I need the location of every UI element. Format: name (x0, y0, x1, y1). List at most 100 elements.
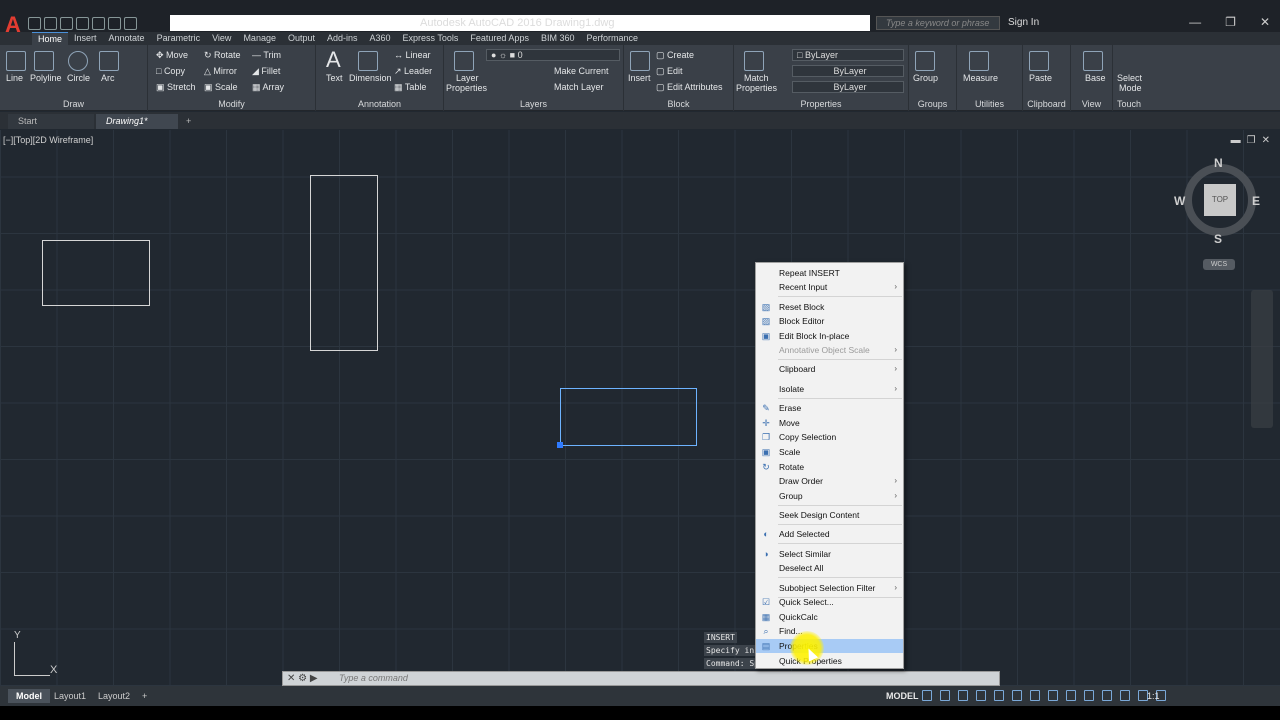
group-icon[interactable] (915, 51, 935, 71)
snap-icon[interactable] (940, 690, 950, 701)
command-line[interactable]: ✕ ⚙ ▶ Type a command (282, 671, 1000, 686)
plot-icon[interactable] (92, 16, 105, 30)
layer-properties-label-2[interactable]: Properties (446, 83, 487, 93)
create-button[interactable]: ▢ Create (656, 50, 694, 61)
open-icon[interactable] (44, 16, 57, 30)
selection-cycling-icon[interactable] (1066, 690, 1076, 701)
vp-minimize-icon[interactable]: ▬ (1231, 135, 1241, 146)
menu-item-quickcalc[interactable]: ▦ QuickCalc (756, 610, 903, 624)
ribbon-tab-featured-apps[interactable]: Featured Apps (464, 32, 535, 45)
grid-icon[interactable] (922, 690, 932, 701)
rectangle-2[interactable] (310, 175, 378, 351)
close-command-icon[interactable]: ✕ (287, 673, 295, 684)
compass-north[interactable]: N (1214, 156, 1223, 170)
transparency-icon[interactable] (1048, 690, 1058, 701)
close-icon[interactable]: ✕ (1260, 15, 1270, 29)
new-tab-icon[interactable]: + (182, 114, 198, 129)
minimize-icon[interactable]: — (1189, 15, 1201, 29)
utilities-panel-title[interactable]: Utilities (957, 99, 1022, 109)
measure-icon[interactable] (969, 51, 989, 71)
menu-item-clipboard[interactable]: Clipboard › (756, 362, 903, 376)
isolate-icon[interactable] (1120, 690, 1130, 701)
layer-dropdown[interactable]: ● ☼ ■ 0 (486, 49, 620, 61)
add-layout-icon[interactable]: + (134, 689, 155, 703)
touch-panel-title[interactable]: Touch (1113, 99, 1145, 109)
base-button[interactable]: Base (1085, 73, 1106, 83)
circle-button[interactable]: Circle (67, 73, 90, 83)
model-tab[interactable]: Model (8, 689, 50, 703)
make-current-button[interactable]: Make Current (554, 66, 609, 76)
block-panel-title[interactable]: Block (624, 99, 733, 109)
array-button[interactable]: ▦ Array (252, 82, 284, 93)
copy-button[interactable]: □ Copy (156, 66, 185, 76)
rotate-button[interactable]: ↻ Rotate (204, 50, 241, 61)
menu-item-draw-order[interactable]: Draw Order › (756, 474, 903, 488)
circle-icon[interactable] (68, 51, 88, 71)
ribbon-tab-parametric[interactable]: Parametric (151, 32, 207, 45)
ribbon-tab-view[interactable]: View (206, 32, 237, 45)
polyline-icon[interactable] (34, 51, 54, 71)
menu-item-move[interactable]: ✛ Move (756, 416, 903, 430)
modify-panel-title[interactable]: Modify (148, 99, 315, 109)
wcs-menu[interactable]: WCS (1203, 259, 1235, 270)
line-button[interactable]: Line (6, 73, 23, 83)
match-properties-label-1[interactable]: Match (744, 73, 769, 83)
groups-panel-title[interactable]: Groups (909, 99, 956, 109)
menu-item-properties[interactable]: ▤Properties (756, 639, 903, 653)
polyline-button[interactable]: Polyline (30, 73, 62, 83)
workspace-icon[interactable] (1102, 690, 1112, 701)
annotation-panel-title[interactable]: Annotation (316, 99, 443, 109)
layers-panel-title[interactable]: Layers (444, 99, 623, 109)
save-icon[interactable] (60, 16, 73, 30)
dimension-button[interactable]: Dimension (349, 73, 392, 83)
select-mode-label-1[interactable]: Select (1117, 73, 1142, 83)
ribbon-tab-a360[interactable]: A360 (364, 32, 397, 45)
menu-item-group[interactable]: Group › (756, 489, 903, 503)
move-button[interactable]: ✥ Move (156, 50, 188, 61)
layout1-tab[interactable]: Layout1 (46, 689, 94, 703)
menu-item-add-selected[interactable]: ◐ Add Selected (756, 527, 903, 541)
group-button[interactable]: Group (913, 73, 938, 83)
menu-item-isolate[interactable]: Isolate › (756, 382, 903, 396)
match-properties-icon[interactable] (744, 51, 764, 71)
polar-icon[interactable] (976, 690, 986, 701)
fillet-button[interactable]: ◢ Fillet (252, 66, 280, 77)
edit-attributes-button[interactable]: ▢ Edit Attributes (656, 82, 723, 93)
model-space-toggle[interactable]: MODEL (886, 691, 919, 701)
lineweight-dropdown[interactable]: ByLayer (792, 81, 904, 93)
compass-east[interactable]: E (1252, 194, 1260, 208)
dimension-icon[interactable] (358, 51, 378, 71)
layout2-tab[interactable]: Layout2 (90, 689, 138, 703)
measure-button[interactable]: Measure (963, 73, 998, 83)
table-button[interactable]: ▦ Table (394, 82, 426, 93)
match-properties-label-2[interactable]: Properties (736, 83, 777, 93)
ribbon-tab-express-tools[interactable]: Express Tools (397, 32, 465, 45)
ribbon-tab-output[interactable]: Output (282, 32, 321, 45)
menu-item-erase[interactable]: ✎ Erase (756, 401, 903, 415)
new-icon[interactable] (28, 16, 41, 30)
search-input[interactable]: Type a keyword or phrase (876, 16, 1000, 30)
menu-item-reset-block[interactable]: ▧ Reset Block (756, 300, 903, 314)
ribbon-tab-add-ins[interactable]: Add-ins (321, 32, 364, 45)
annotation-visibility-icon[interactable] (1084, 690, 1094, 701)
viewcube-top-face[interactable]: TOP (1204, 184, 1236, 216)
scale-button[interactable]: ▣ Scale (204, 82, 238, 93)
ribbon-tab-insert[interactable]: Insert (68, 32, 103, 45)
draw-panel-title[interactable]: Draw (0, 99, 147, 109)
lineweight-icon[interactable] (1030, 690, 1040, 701)
ribbon-tab-bim-360[interactable]: BIM 360 (535, 32, 581, 45)
paste-button[interactable]: Paste (1029, 73, 1052, 83)
ribbon-tab-annotate[interactable]: Annotate (103, 32, 151, 45)
otrack-icon[interactable] (1012, 690, 1022, 701)
insert-icon[interactable] (630, 51, 650, 71)
sign-in-button[interactable]: Sign In (1008, 17, 1039, 28)
menu-item-copy-selection[interactable]: ❐ Copy Selection (756, 430, 903, 444)
command-input[interactable]: Type a command (339, 673, 408, 683)
viewcube[interactable]: TOP N S E W (1174, 156, 1260, 246)
arc-icon[interactable] (99, 51, 119, 71)
insert-button[interactable]: Insert (628, 73, 651, 83)
menu-item-find[interactable]: ⌕ Find... (756, 624, 903, 638)
ribbon-tab-manage[interactable]: Manage (237, 32, 282, 45)
viewport-controls[interactable]: [−][Top][2D Wireframe] (3, 135, 93, 145)
text-button[interactable]: Text (326, 73, 343, 83)
